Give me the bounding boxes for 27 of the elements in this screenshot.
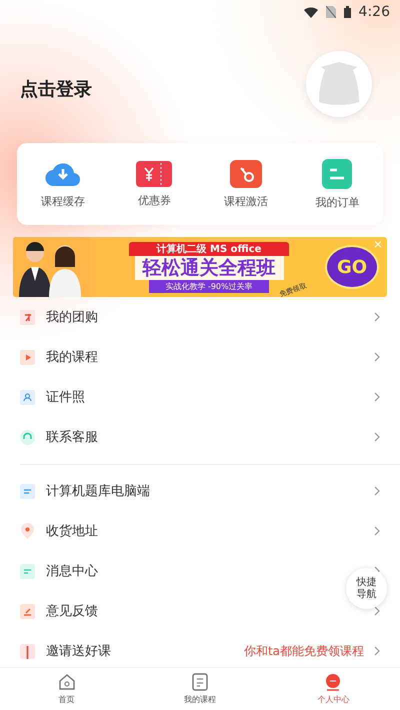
quick-nav-button[interactable]: 快捷导航 bbox=[346, 568, 387, 609]
shortcut-label: 课程缓存 bbox=[40, 194, 85, 208]
menu-item[interactable]: 联系客服 bbox=[46, 428, 98, 446]
promo-note: 你和ta都能免费领课程 bbox=[244, 642, 364, 660]
shortcut-item[interactable]: 课程缓存 bbox=[17, 143, 108, 225]
nav-tab[interactable]: 首页 bbox=[0, 668, 134, 710]
menu-item[interactable]: 消息中心 bbox=[46, 562, 98, 580]
shortcut-item[interactable]: 课程激活 bbox=[200, 143, 292, 225]
status-time: 4:26 bbox=[358, 4, 390, 20]
banner-headline: 轻松通关全程班 bbox=[134, 256, 284, 280]
shortcut-item[interactable]: 我的订单 bbox=[292, 143, 383, 225]
shortcut-item[interactable]: 优惠券 bbox=[108, 143, 200, 225]
nav-tab[interactable]: 我的课程 bbox=[133, 668, 267, 710]
shortcut-label: 优惠券 bbox=[138, 192, 171, 208]
menu-item[interactable]: 我的课程 bbox=[46, 348, 98, 366]
menu-item[interactable]: 收货地址 bbox=[46, 522, 98, 540]
banner-tagline: 实战化教学 -90%过关率 bbox=[149, 280, 269, 292]
shortcut-label: 我的订单 bbox=[315, 194, 360, 210]
nav-tab[interactable]: 个人中心 bbox=[266, 668, 400, 710]
menu-item[interactable]: 计算机题库电脑端 bbox=[46, 482, 150, 500]
shortcut-label: 课程激活 bbox=[224, 194, 268, 208]
menu-item[interactable]: 意见反馈 bbox=[46, 602, 98, 620]
menu-item[interactable]: 我的团购 bbox=[46, 308, 98, 326]
menu-item[interactable]: 证件照 bbox=[46, 388, 85, 406]
banner-subtitle: 计算机二级 MS office bbox=[128, 242, 290, 256]
menu-item[interactable]: 邀请送好课 bbox=[46, 642, 111, 660]
login-link[interactable]: 点击登录 bbox=[20, 76, 92, 100]
